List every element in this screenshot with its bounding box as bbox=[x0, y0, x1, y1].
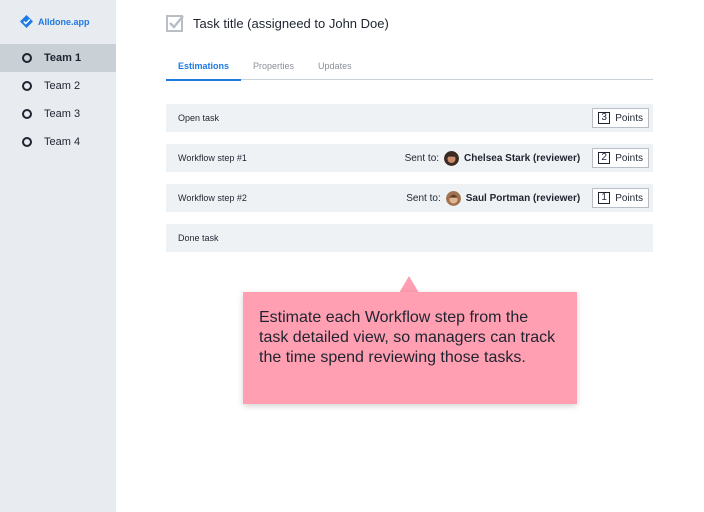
tab-properties[interactable]: Properties bbox=[241, 52, 306, 80]
app-root: Alldone.app Team 1 Team 2 Team 3 Team 4 bbox=[0, 0, 704, 512]
points-button[interactable]: 3 Points bbox=[592, 108, 649, 128]
circle-icon bbox=[22, 109, 32, 119]
circle-icon bbox=[22, 81, 32, 91]
sidebar-item-team-1[interactable]: Team 1 bbox=[0, 44, 116, 72]
circle-icon bbox=[22, 53, 32, 63]
check-diamond-icon bbox=[20, 15, 33, 28]
task-title: Task title (assigneed to John Doe) bbox=[193, 15, 389, 31]
sidebar-item-label: Team 4 bbox=[44, 136, 81, 148]
tab-updates[interactable]: Updates bbox=[306, 52, 364, 80]
row-label: Open task bbox=[178, 113, 220, 123]
sent-to-label: Sent to: bbox=[406, 192, 441, 204]
checked-box-icon[interactable] bbox=[166, 14, 184, 32]
sent-to: Sent to: Saul Portman (reviewer) bbox=[406, 190, 581, 206]
points-label: Points bbox=[615, 112, 643, 124]
sidebar-item-label: Team 3 bbox=[44, 108, 81, 120]
tooltip: Estimate each Workflow step from the tas… bbox=[243, 292, 577, 404]
avatar[interactable] bbox=[445, 190, 461, 206]
sidebar-item-team-4[interactable]: Team 4 bbox=[0, 128, 116, 156]
points-value: 3 bbox=[598, 112, 611, 124]
team-nav: Team 1 Team 2 Team 3 Team 4 bbox=[0, 44, 116, 156]
workflow-row-step-1: Workflow step #1 Sent to: Chelsea Stark … bbox=[166, 144, 653, 172]
workflow-row-done-task: Done task bbox=[166, 224, 653, 252]
points-value: 2 bbox=[598, 152, 611, 164]
tab-estimations[interactable]: Estimations bbox=[166, 52, 242, 81]
sent-to: Sent to: Chelsea Stark (reviewer) bbox=[404, 150, 581, 166]
points-value: 1 bbox=[598, 192, 611, 204]
circle-icon bbox=[22, 137, 32, 147]
points-button[interactable]: 2 Points bbox=[592, 148, 649, 168]
points-button[interactable]: 1 Points bbox=[592, 188, 649, 208]
tooltip-arrow bbox=[399, 276, 419, 293]
sidebar-item-team-3[interactable]: Team 3 bbox=[0, 100, 116, 128]
row-label: Workflow step #2 bbox=[178, 193, 247, 203]
brand-logo[interactable]: Alldone.app bbox=[20, 15, 90, 28]
row-label: Done task bbox=[178, 233, 219, 243]
sidebar-item-label: Team 2 bbox=[44, 80, 81, 92]
avatar[interactable] bbox=[444, 150, 460, 166]
workflow-row-open-task: Open task 3 Points bbox=[166, 104, 653, 132]
task-header: Task title (assigneed to John Doe) bbox=[166, 14, 389, 32]
sidebar-item-team-2[interactable]: Team 2 bbox=[0, 72, 116, 100]
points-label: Points bbox=[615, 192, 643, 204]
tab-bar: Estimations Properties Updates bbox=[166, 52, 653, 81]
tooltip-text: Estimate each Workflow step from the tas… bbox=[259, 309, 556, 366]
workflow-row-step-2: Workflow step #2 Sent to: Saul Portman (… bbox=[166, 184, 653, 212]
reviewer-name: Chelsea Stark (reviewer) bbox=[464, 152, 581, 164]
points-label: Points bbox=[615, 152, 643, 164]
sidebar: Alldone.app Team 1 Team 2 Team 3 Team 4 bbox=[0, 0, 116, 512]
reviewer-name: Saul Portman (reviewer) bbox=[465, 192, 581, 204]
row-label: Workflow step #1 bbox=[178, 153, 247, 163]
sent-to-label: Sent to: bbox=[404, 152, 440, 164]
sidebar-item-label: Team 1 bbox=[44, 52, 82, 64]
brand-name: Alldone.app bbox=[38, 16, 90, 27]
